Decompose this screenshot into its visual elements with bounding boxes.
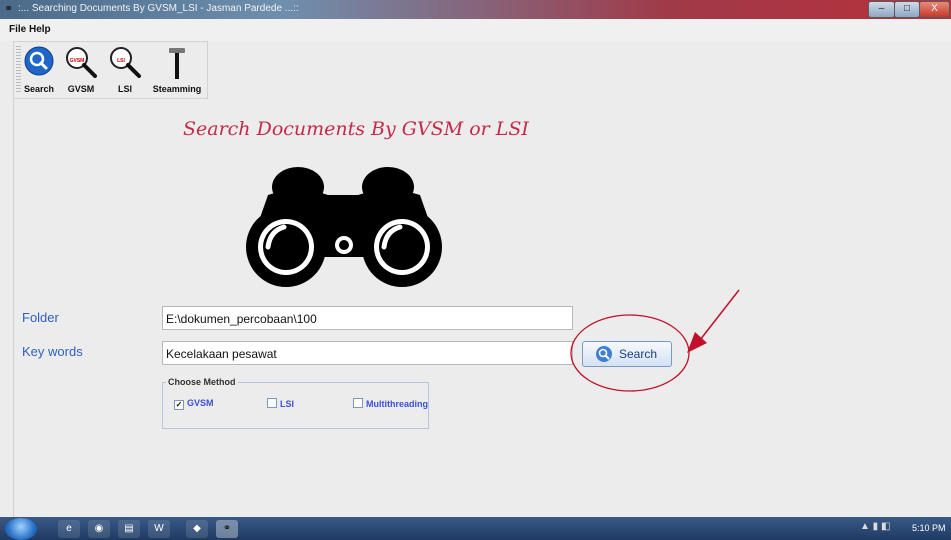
toolbar-lsi-button[interactable]: LSI LSI [106, 44, 144, 94]
lsi-checkbox-label: LSI [280, 399, 295, 409]
search-button[interactable]: Search [582, 341, 672, 367]
annotation-arrow-head [687, 332, 707, 353]
lsi-badge: LSI [117, 58, 125, 64]
app-taskbar-icon[interactable]: ◆ [186, 520, 208, 538]
toolbar-search-button[interactable]: Search [22, 44, 56, 94]
toolbar-gvsm-label: GVSM [67, 84, 95, 94]
checkbox-checked-icon: ✓ [174, 400, 184, 410]
search-button-label: Search [619, 347, 658, 361]
toolbar-lsi-label: LSI [117, 84, 132, 94]
toolbar: Search GVSM GVSM LSI LSI Steamming [13, 41, 208, 99]
search-icon [24, 46, 54, 76]
keywords-label: Key words [22, 344, 83, 359]
lsi-checkbox[interactable]: LSI [267, 398, 294, 409]
title-bar: ⚭ :... Searching Documents By GVSM_LSI -… [0, 0, 951, 19]
folder-label: Folder [22, 310, 59, 325]
menu-help[interactable]: Help [29, 24, 51, 35]
binoculars-taskbar-icon[interactable]: ⚭ [216, 520, 238, 538]
window-title: :... Searching Documents By GVSM_LSI - J… [18, 3, 299, 14]
gvsm-badge: GVSM [70, 58, 85, 64]
taskbar [0, 517, 951, 540]
binoculars-app-icon: ⚭ [4, 3, 14, 15]
minimize-button[interactable]: – [868, 1, 895, 18]
explorer-taskbar-icon[interactable]: ▤ [118, 520, 140, 538]
menu-bar: File Help [0, 19, 951, 41]
chrome-taskbar-icon[interactable]: ◉ [88, 520, 110, 538]
toolbar-grip[interactable] [16, 46, 21, 92]
gvsm-checkbox-label: GVSM [187, 398, 214, 408]
checkbox-unchecked-icon [353, 398, 363, 408]
multithreading-checkbox-label: Multithreading [366, 399, 428, 409]
keywords-input[interactable]: Kecelakaan pesawat [162, 341, 573, 365]
magnifier-lsi-icon: LSI [110, 47, 141, 78]
checkbox-unchecked-icon [267, 398, 277, 408]
page-title: Search Documents By GVSM or LSI [183, 118, 529, 140]
window-left-edge [0, 41, 14, 517]
clock[interactable]: 5:10 PM [912, 523, 946, 533]
multithreading-checkbox[interactable]: Multithreading [353, 398, 428, 409]
annotation-arrow-line [699, 289, 740, 341]
binoculars-icon [246, 167, 442, 287]
toolbar-steamming-button[interactable]: Steamming [150, 44, 204, 94]
gvsm-checkbox[interactable]: ✓ GVSM [174, 398, 214, 410]
word-taskbar-icon[interactable]: W [148, 520, 170, 538]
menu-file[interactable]: File [9, 24, 26, 35]
system-tray-icons[interactable]: ▲ ▮ ◧ [860, 521, 890, 532]
method-legend: Choose Method [166, 377, 238, 387]
magnifier-gvsm-icon: GVSM [66, 47, 97, 78]
toolbar-gvsm-button[interactable]: GVSM GVSM [62, 44, 100, 94]
start-button[interactable] [5, 518, 37, 540]
search-icon [596, 346, 612, 362]
toolbar-search-label: Search [23, 84, 55, 94]
folder-input[interactable]: E:\dokumen_percobaan\100 [162, 306, 573, 330]
maximize-button[interactable]: □ [894, 1, 920, 18]
hammer-icon [169, 48, 185, 79]
ie-taskbar-icon[interactable]: e [58, 520, 80, 538]
toolbar-steamming-label: Steamming [152, 84, 202, 94]
close-button[interactable]: X [919, 1, 950, 18]
